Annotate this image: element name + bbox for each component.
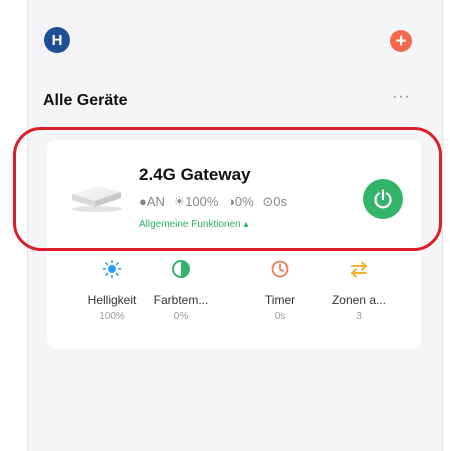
function-label: Farbtem... — [153, 293, 209, 307]
function-value: 0% — [173, 311, 189, 322]
zones-icon — [351, 261, 367, 278]
app-logo[interactable]: H — [44, 27, 70, 53]
more-options-icon[interactable]: ··· — [392, 88, 411, 106]
add-device-button[interactable]: + — [390, 30, 412, 52]
function-value: 3 — [356, 311, 362, 322]
function-label: Zonen a... — [331, 293, 387, 307]
logo-text: H — [51, 31, 63, 49]
highlight-outline — [13, 127, 442, 251]
timer-icon — [271, 260, 289, 278]
function-brightness[interactable]: Helligkeit 100% — [72, 259, 152, 322]
function-label: Timer — [264, 293, 296, 307]
function-value: 0s — [274, 311, 286, 322]
function-color-temperature[interactable]: Farbtem... 0% — [141, 259, 221, 322]
page-title: Alle Geräte — [43, 92, 128, 109]
function-zones[interactable]: Zonen a... 3 — [319, 259, 399, 322]
color-temperature-icon — [172, 260, 190, 278]
brightness-icon — [102, 259, 122, 279]
function-timer[interactable]: Timer 0s — [240, 259, 320, 322]
plus-icon: + — [395, 30, 407, 52]
function-value: 100% — [99, 311, 125, 322]
function-label: Helligkeit — [87, 293, 137, 307]
